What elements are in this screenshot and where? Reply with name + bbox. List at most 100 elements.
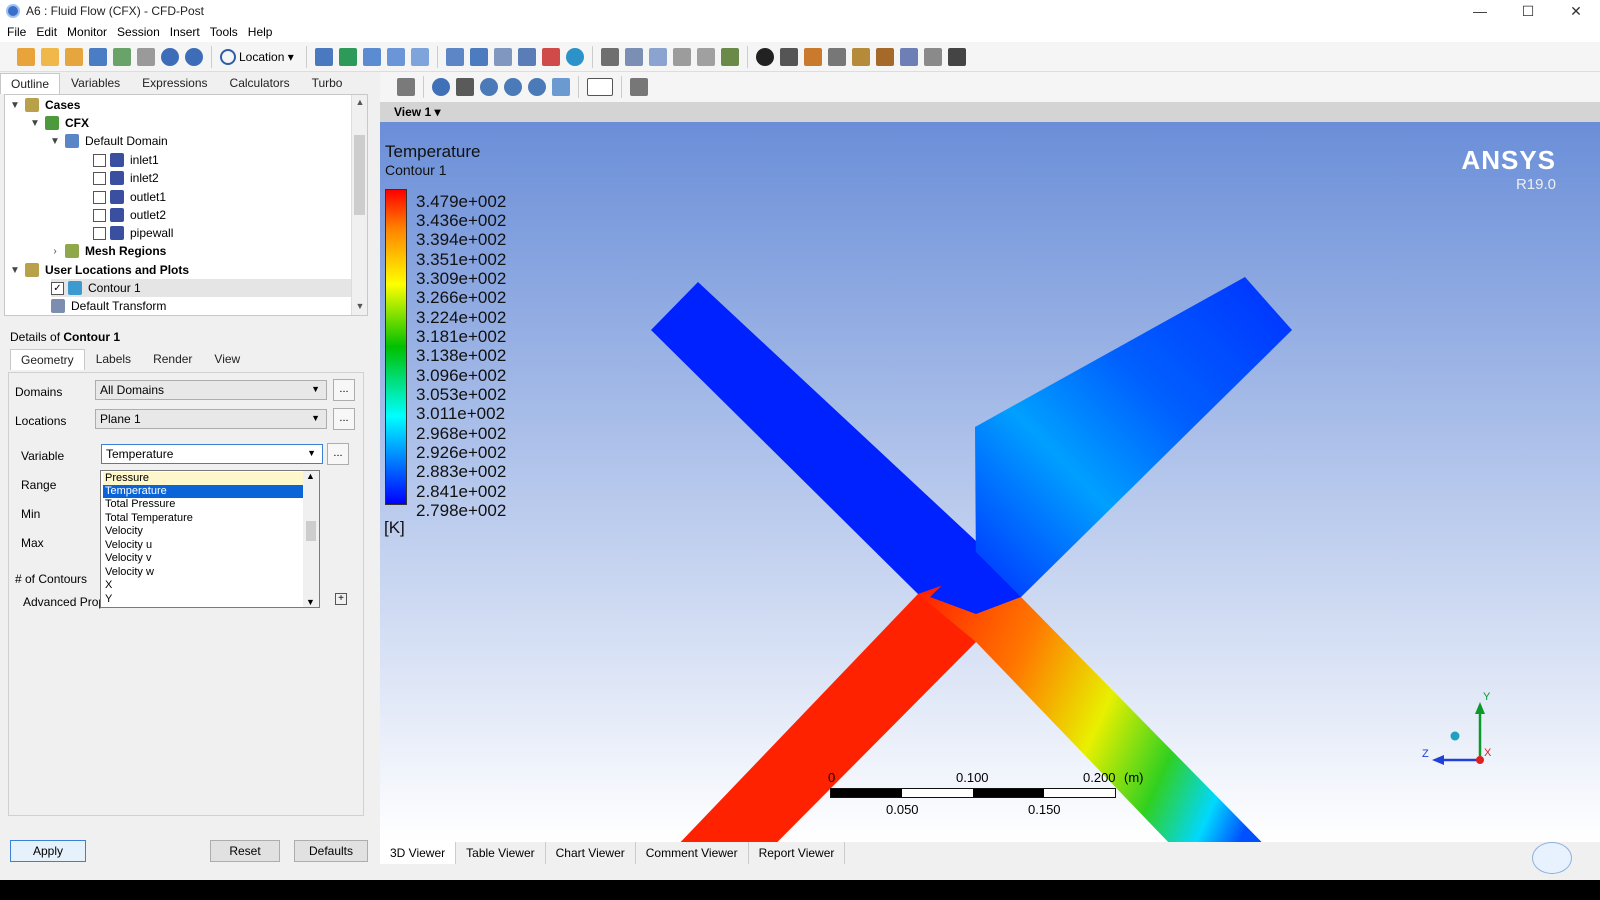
tree-item-inlet2[interactable]: inlet2 [93,169,159,187]
view-selector[interactable]: View 1 ▾ [380,102,1600,122]
tab-variables[interactable]: Variables [60,72,131,94]
tree-item-cfx[interactable]: ▼ CFX [29,114,89,132]
option-pressure[interactable]: Pressure [103,472,303,485]
visibility-checkbox[interactable] [93,190,106,204]
tab-comment-viewer[interactable]: Comment Viewer [636,842,749,864]
quick-editor-icon[interactable] [804,47,822,66]
chart-icon[interactable] [673,47,691,66]
select-icon[interactable] [397,78,415,96]
streamline-icon[interactable] [363,47,381,66]
pan-icon[interactable] [456,78,474,96]
tree-scrollbar[interactable]: ▲ ▼ [351,95,367,315]
variable-more-button[interactable]: ... [327,443,349,465]
tab-geometry[interactable]: Geometry [10,349,85,370]
tree-item-mesh-regions[interactable]: › Mesh Regions [49,242,166,260]
option-y[interactable]: Y [103,593,303,606]
scroll-down-icon[interactable]: ▼ [306,597,315,607]
tree-item-contour-1[interactable]: ✓ Contour 1 [51,279,351,297]
color-map-icon[interactable] [566,47,584,66]
coordinate-frame-icon[interactable] [470,47,488,66]
tree-item-default-transform[interactable]: Default Transform [51,297,166,315]
option-velocity[interactable]: Velocity [103,525,303,538]
scroll-thumb[interactable] [306,521,316,541]
chevron-down-icon[interactable]: ▼ [9,265,21,276]
3d-viewport[interactable]: Temperature Contour 1 3.479e+002 3.436e+… [380,122,1600,842]
close-button[interactable]: ✕ [1552,0,1600,22]
tab-view[interactable]: View [203,348,251,370]
tree-item-outlet2[interactable]: outlet2 [93,206,166,224]
tree-item-outlet1[interactable]: outlet1 [93,188,166,206]
tab-render[interactable]: Render [142,348,203,370]
option-velocity-u[interactable]: Velocity u [103,539,303,552]
open-icon[interactable] [41,47,59,66]
macro-calculator-icon[interactable] [876,47,894,66]
expression-icon[interactable] [625,47,643,66]
menu-tools[interactable]: Tools [210,25,238,39]
locations-more-button[interactable]: ... [333,408,355,430]
tab-chart-viewer[interactable]: Chart Viewer [546,842,636,864]
undo-icon[interactable] [161,47,179,66]
volume-rendering-icon[interactable] [411,47,429,66]
tree-item-pipewall[interactable]: pipewall [93,224,173,242]
defaults-button[interactable]: Defaults [294,840,368,862]
function-calculator-icon[interactable] [852,47,870,66]
zoom-icon[interactable] [480,78,498,96]
load-results-icon[interactable] [65,47,83,66]
clip-plane-icon[interactable] [542,47,560,66]
tree-item-cases[interactable]: ▼ Cases [9,96,80,114]
contour-icon[interactable] [339,47,357,66]
tree-item-default-domain[interactable]: ▼ Default Domain [49,132,168,150]
vector-icon[interactable] [315,47,333,66]
visibility-checkbox[interactable]: ✓ [51,281,64,295]
menu-monitor[interactable]: Monitor [67,25,107,39]
tab-labels[interactable]: Labels [85,348,142,370]
maximize-button[interactable]: ☐ [1504,0,1552,22]
viewport-layout-icon[interactable] [587,78,613,96]
locations-select[interactable]: Plane 1 [95,409,327,429]
tab-calculators[interactable]: Calculators [219,72,301,94]
visibility-checkbox[interactable] [93,226,106,240]
tab-outline[interactable]: Outline [0,73,61,94]
menu-edit[interactable]: Edit [36,25,57,39]
tree-item-user-locations[interactable]: ▼ User Locations and Plots [9,261,189,279]
save-state-icon[interactable] [89,47,107,66]
reset-button[interactable]: Reset [210,840,280,862]
apply-button[interactable]: Apply [10,840,86,862]
rotate-icon[interactable] [432,78,450,96]
redo-icon[interactable] [185,47,203,66]
command-editor-icon[interactable] [948,47,966,66]
comment-icon[interactable] [697,47,715,66]
visibility-checkbox[interactable] [93,153,106,167]
particle-track-icon[interactable] [387,47,405,66]
scroll-down-icon[interactable]: ▼ [352,301,367,311]
variable-select[interactable]: Temperature [101,444,323,464]
probe-icon[interactable] [828,47,846,66]
option-total-temperature[interactable]: Total Temperature [103,512,303,525]
scroll-thumb[interactable] [354,135,365,215]
menu-file[interactable]: File [7,25,26,39]
menu-help[interactable]: Help [248,25,273,39]
menu-insert[interactable]: Insert [170,25,200,39]
legend-icon[interactable] [494,47,512,66]
option-velocity-w[interactable]: Velocity w [103,566,303,579]
tab-turbo[interactable]: Turbo [301,72,354,94]
visibility-checkbox[interactable] [93,208,106,222]
domains-select[interactable]: All Domains [95,380,327,400]
menu-session[interactable]: Session [117,25,160,39]
chevron-down-icon[interactable]: ▼ [49,136,61,147]
detach-icon[interactable] [630,78,648,96]
timestep-icon[interactable] [756,47,774,66]
tab-report-viewer[interactable]: Report Viewer [749,842,846,864]
fit-view-icon[interactable] [552,78,570,96]
chevron-right-icon[interactable]: › [49,246,61,257]
location-dropdown[interactable]: Location ▾ [220,48,298,66]
dropdown-scrollbar[interactable]: ▲ ▼ [303,471,319,607]
expand-icon[interactable]: + [335,593,347,605]
option-x[interactable]: X [103,579,303,592]
zoom-box-icon[interactable] [504,78,522,96]
instance-transform-icon[interactable] [518,47,536,66]
table-icon[interactable] [649,47,667,66]
mesh-calculator-icon[interactable] [900,47,918,66]
text-icon[interactable] [446,47,464,66]
save-picture-icon[interactable] [113,47,131,66]
